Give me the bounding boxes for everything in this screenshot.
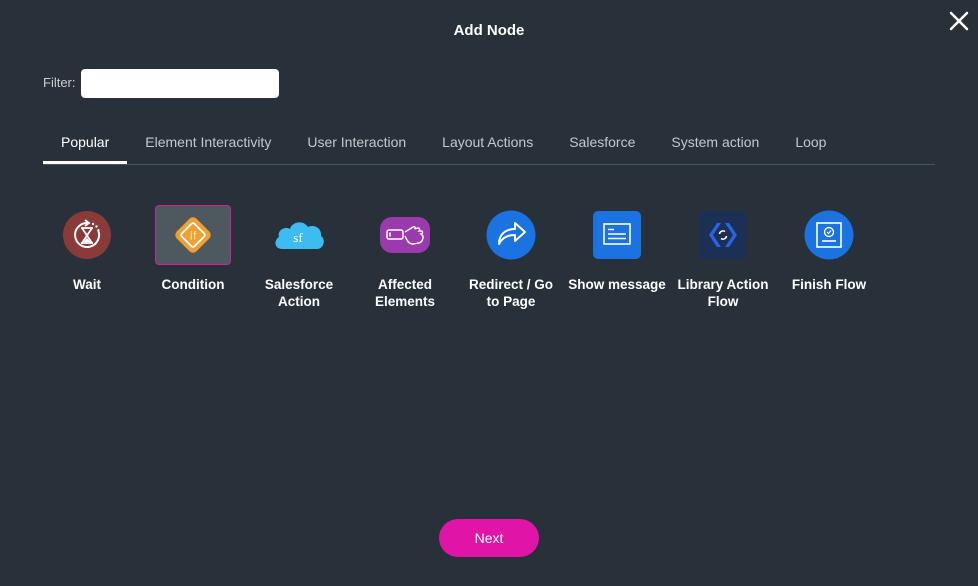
hand-pointer-icon	[380, 217, 430, 253]
node-icon-container	[579, 205, 655, 265]
finish-flow-icon	[804, 210, 854, 260]
node-library-action-flow[interactable]: Library Action Flow	[670, 205, 776, 310]
tab-loop[interactable]: Loop	[777, 124, 844, 164]
node-wait[interactable]: Wait	[34, 205, 140, 310]
node-finish-flow[interactable]: Finish Flow	[776, 205, 882, 310]
filter-label: Filter:	[43, 75, 76, 90]
close-icon[interactable]	[948, 10, 970, 32]
node-label: Wait	[73, 277, 101, 292]
hourglass-icon	[63, 211, 111, 259]
node-label: Salesforce Action	[264, 277, 334, 309]
message-icon	[593, 211, 641, 259]
node-label: Finish Flow	[791, 277, 867, 292]
category-tabs: Popular Element Interactivity User Inter…	[43, 124, 935, 165]
node-icon-container	[367, 205, 443, 265]
node-condition[interactable]: If Condition	[140, 205, 246, 310]
node-label: Library Action Flow	[677, 277, 769, 309]
tab-element-interactivity[interactable]: Element Interactivity	[127, 124, 289, 164]
node-icon-container: If	[155, 205, 231, 265]
node-label: Affected Elements	[374, 277, 436, 309]
dialog-title: Add Node	[453, 22, 525, 39]
node-icon-container	[791, 205, 867, 265]
filter-input[interactable]	[81, 69, 279, 98]
svg-text:If: If	[190, 229, 197, 243]
if-diamond-icon: If	[175, 217, 211, 253]
library-flow-icon	[699, 211, 747, 259]
node-label: Show message	[568, 277, 666, 292]
tab-salesforce[interactable]: Salesforce	[551, 124, 653, 164]
node-icon-container	[685, 205, 761, 265]
node-list: Wait If Condition sf Salesforce Action A…	[34, 205, 882, 310]
close-button[interactable]	[948, 10, 970, 32]
node-salesforce-action[interactable]: sf Salesforce Action	[246, 205, 352, 310]
node-redirect[interactable]: Redirect / Go to Page	[458, 205, 564, 310]
node-icon-container	[473, 205, 549, 265]
tab-popular[interactable]: Popular	[43, 124, 128, 164]
salesforce-cloud-icon: sf	[275, 222, 324, 249]
node-icon-container	[49, 205, 125, 265]
tab-system-action[interactable]: System action	[653, 124, 777, 164]
redirect-arrow-icon	[486, 210, 536, 260]
node-label: Condition	[161, 277, 225, 292]
node-affected-elements[interactable]: Affected Elements	[352, 205, 458, 310]
tab-layout-actions[interactable]: Layout Actions	[424, 124, 551, 164]
node-icon-container: sf	[261, 205, 337, 265]
svg-text:sf: sf	[293, 230, 303, 245]
next-button[interactable]: Next	[439, 519, 539, 557]
node-show-message[interactable]: Show message	[564, 205, 670, 310]
node-label: Redirect / Go to Page	[468, 277, 554, 309]
tab-user-interaction[interactable]: User Interaction	[289, 124, 424, 164]
